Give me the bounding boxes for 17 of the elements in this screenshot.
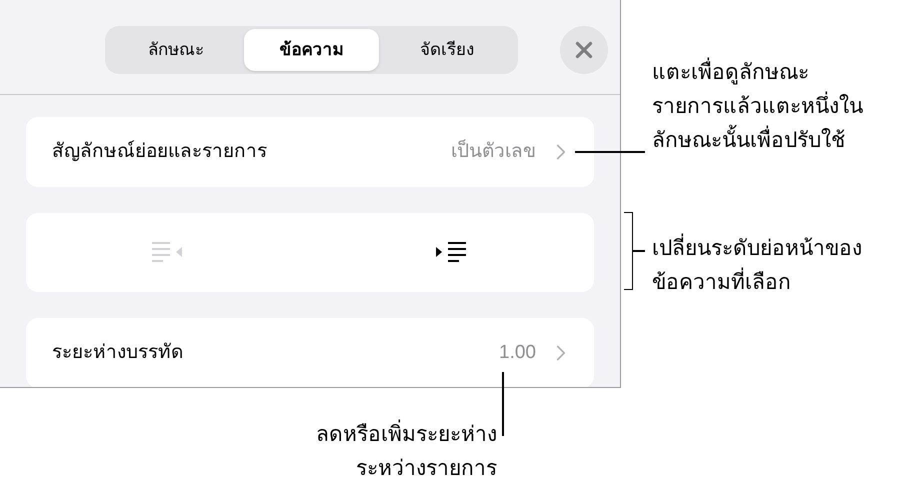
increase-indent-icon[interactable]: [436, 240, 468, 264]
leader-line: [502, 372, 504, 436]
tab[interactable]: ข้อความ: [244, 29, 380, 71]
row-label: ระยะห่างบรรทัด: [52, 340, 184, 365]
leader-line: [633, 250, 645, 252]
row-value: เป็นตัวเลข: [451, 138, 536, 164]
row-value: 1.00: [499, 340, 536, 365]
row-label: สัญลักษณ์ย่อยและรายการ: [52, 139, 268, 164]
tab[interactable]: จัดเรียง: [379, 29, 516, 71]
leader-line: [575, 151, 645, 152]
settings-row[interactable]: ระยะห่างบรรทัด 1.00: [26, 318, 594, 387]
callout-text: ลดหรือเพิ่มระยะห่าง ระหว่างรายการ: [316, 418, 497, 486]
callout-text: เปลี่ยนระดับย่อหน้าของ ข้อความที่เลือก: [652, 232, 862, 300]
close-button[interactable]: [560, 26, 608, 74]
settings-row[interactable]: สัญลักษณ์ย่อยและรายการ เป็นตัวเลข: [26, 117, 594, 187]
callout-text: แตะเพื่อดูลักษณะ รายการแล้วแตะหนึ่งใน ลักษณะนั้นเพื่อปรับใช้: [652, 56, 863, 158]
tab[interactable]: ลักษณะ: [108, 29, 244, 71]
